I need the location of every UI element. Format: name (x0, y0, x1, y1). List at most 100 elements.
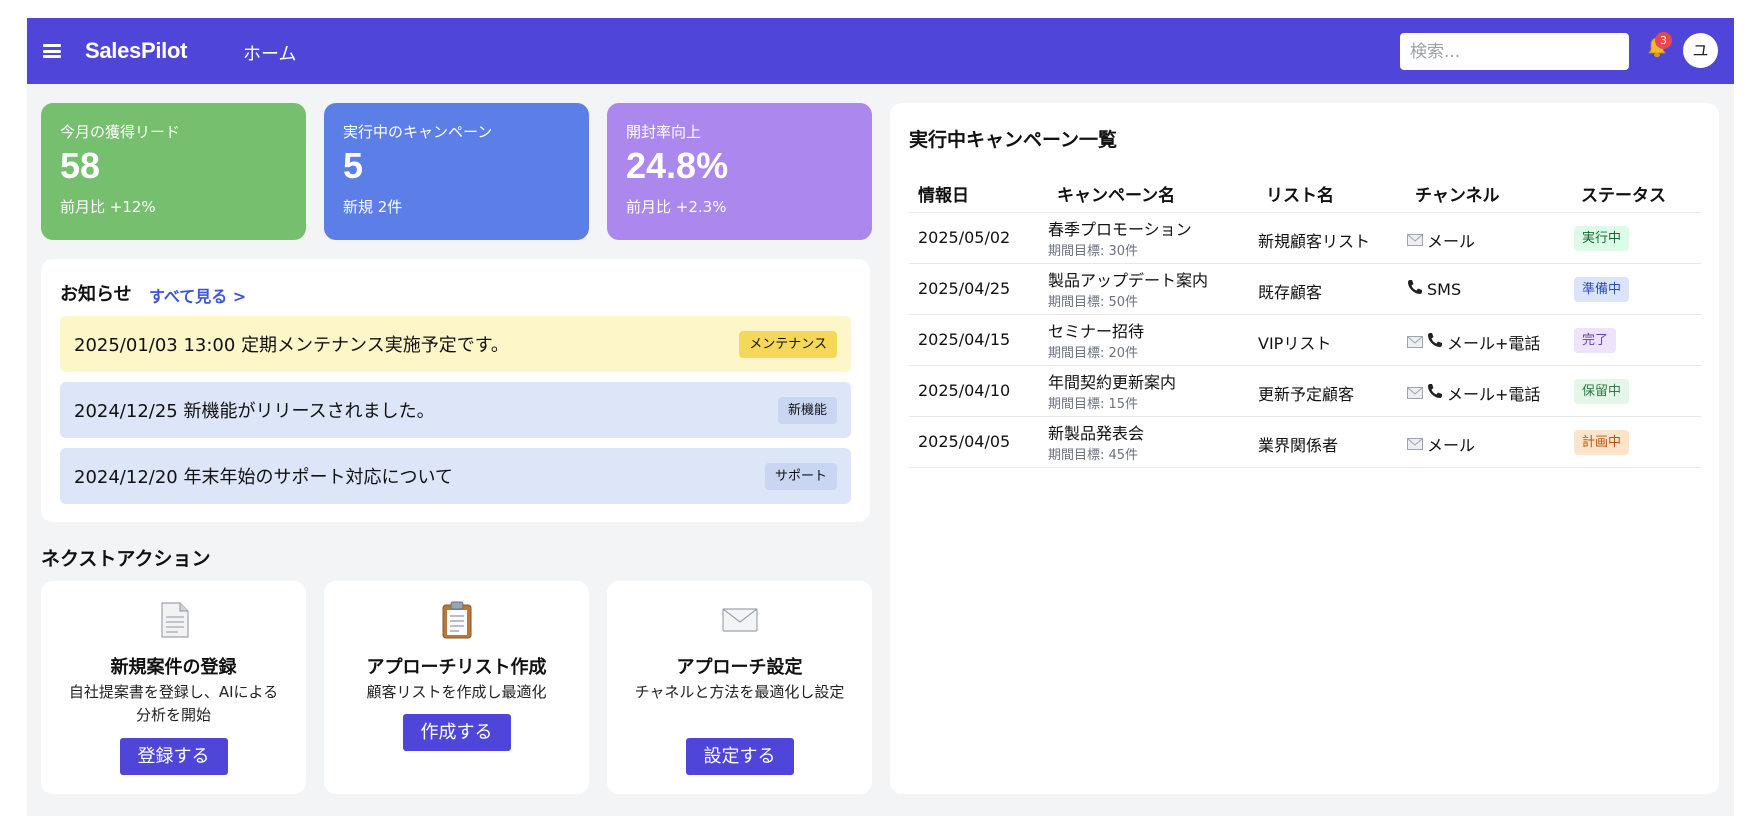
envelope-icon (1407, 384, 1423, 403)
action-title: アプローチ設定 (676, 657, 803, 678)
campaign-goal: 期間目標: 15件 (1048, 397, 1139, 412)
campaign-channel: メール (1407, 228, 1475, 252)
notification-bell-button[interactable]: 3 (1647, 32, 1672, 63)
column-header: キャンペーン名 (1057, 186, 1176, 206)
action-card: 新規案件の登録自社提案書を登録し、AIによる分析を開始登録する (41, 581, 306, 794)
action-description: チャネルと方法を最適化し設定 (634, 683, 845, 701)
envelope-icon (721, 608, 758, 632)
action-button[interactable]: 登録する (119, 738, 228, 775)
campaign-date: 2025/04/25 (918, 279, 1011, 298)
next-actions-title: ネクストアクション (41, 548, 211, 570)
hamburger-menu-icon[interactable] (43, 44, 61, 58)
channel-label: SMS (1427, 279, 1462, 299)
status-badge: 計画中 (1574, 430, 1630, 455)
news-tag-badge: メンテナンス (739, 331, 837, 358)
news-tag-badge: サポート (764, 463, 837, 490)
action-title: 新規案件の登録 (110, 657, 237, 678)
app-frame: SalesPilot ホーム 3 ユ 今月の獲得リード 58 前月比 +12% 実行中… (27, 18, 1734, 816)
channel-label: メール (1427, 232, 1476, 251)
campaign-list-title: 実行中キャンペーン一覧 (909, 129, 1118, 151)
status-badge: 実行中 (1574, 226, 1630, 251)
action-button[interactable]: 作成する (402, 714, 511, 751)
action-icon-wrap (156, 601, 192, 639)
action-card: アプローチ設定チャネルと方法を最適化し設定設定する (607, 581, 872, 794)
stat-label: 今月の獲得リード (60, 123, 181, 141)
campaign-name: 新製品発表会 (1048, 424, 1145, 443)
news-item[interactable]: 2025/01/03 13:00 定期メンテナンス実施予定です。 メンテナンス (60, 316, 851, 372)
campaign-channel: メール+電話 (1407, 330, 1540, 354)
clipboard-icon (442, 601, 471, 639)
action-title: アプローチリスト作成 (366, 657, 547, 678)
column-header: ステータス (1581, 186, 1666, 206)
nav-home-link[interactable]: ホーム (243, 40, 296, 66)
campaign-goal: 期間目標: 45件 (1048, 448, 1139, 463)
campaign-goal: 期間目標: 20件 (1048, 346, 1139, 361)
stat-card: 今月の獲得リード 58 前月比 +12% (41, 103, 306, 240)
campaign-row[interactable]: 2025/04/25 製品アップデート案内 期間目標: 50件 既存顧客 SMS 準備中 (909, 264, 1701, 315)
phone-icon (1427, 332, 1443, 352)
campaign-list-name: VIPリスト (1258, 334, 1332, 353)
stat-value: 58 (60, 145, 101, 186)
campaign-list-name: 更新予定顧客 (1258, 385, 1355, 404)
campaign-row[interactable]: 2025/04/05 新製品発表会期間目標: 45件 業界関係者 メール 計画中 (909, 417, 1701, 468)
stat-label: 実行中のキャンペーン (343, 123, 493, 141)
search-input[interactable] (1400, 33, 1629, 70)
envelope-icon (1407, 435, 1423, 454)
user-avatar[interactable]: ユ (1683, 33, 1718, 68)
status-badge: 完了 (1574, 328, 1617, 353)
stat-value: 24.8% (626, 145, 729, 186)
phone-icon (1407, 279, 1423, 299)
campaign-date: 2025/04/05 (918, 432, 1011, 451)
stat-comparison: 前月比 +12% (60, 198, 156, 216)
document-icon (160, 602, 189, 638)
news-text: 2024/12/25 新機能がリリースされました。 (74, 401, 435, 422)
column-header: リスト名 (1266, 186, 1334, 206)
campaign-panel: 実行中キャンペーン一覧 情報日 キャンペーン名 リスト名 チャンネル ステータス… (890, 103, 1719, 794)
action-icon-wrap (721, 601, 758, 639)
status-badge: 準備中 (1574, 277, 1630, 302)
stat-card: 実行中のキャンペーン 5 新規 2件 (324, 103, 589, 240)
status-badge: 保留中 (1574, 379, 1630, 404)
envelope-icon (1407, 231, 1423, 250)
action-card: アプローチリスト作成 顧客リストを作成し最適化作成する (324, 581, 589, 794)
campaign-goal: 期間目標: 50件 (1048, 295, 1139, 310)
news-tag-badge: 新機能 (777, 397, 837, 424)
campaign-row[interactable]: 2025/04/10 年間契約更新案内期間目標: 15件 更新予定顧客 メール+電話 保… (909, 366, 1701, 417)
top-header: SalesPilot ホーム 3 ユ (27, 18, 1734, 84)
notification-count-badge: 3 (1655, 32, 1672, 49)
news-text: 2025/01/03 13:00 定期メンテナンス実施予定です。 (74, 335, 509, 356)
campaign-channel: SMS (1407, 279, 1461, 299)
action-description: 顧客リストを作成し最適化 (366, 683, 547, 701)
campaign-list-name: 業界関係者 (1258, 436, 1339, 455)
campaign-name: 年間契約更新案内 (1048, 373, 1177, 392)
news-title: お知らせ (60, 284, 132, 305)
campaign-goal: 期間目標: 30件 (1048, 244, 1139, 259)
channel-label: メール+電話 (1447, 334, 1541, 353)
campaign-table-header: 情報日 キャンペーン名 リスト名 チャンネル ステータス (909, 177, 1701, 213)
campaign-channel: メール+電話 (1407, 381, 1540, 405)
stat-value: 5 (343, 145, 364, 186)
phone-icon (1427, 383, 1443, 403)
action-button[interactable]: 設定する (685, 738, 794, 775)
channel-label: メール (1427, 436, 1476, 455)
campaign-row[interactable]: 2025/05/02 春季プロモーション 期間目標: 30件 新規顧客リスト メール 実行… (909, 213, 1701, 264)
campaign-date: 2025/04/10 (918, 381, 1011, 400)
column-header: チャンネル (1415, 186, 1500, 206)
campaign-name: 製品アップデート案内 (1048, 271, 1209, 290)
stat-label: 開封率向上 (626, 123, 702, 141)
action-icon-wrap (439, 601, 475, 639)
channel-label: メール+電話 (1447, 385, 1541, 404)
action-description: 自社提案書を登録し、AIによる分析を開始 (68, 683, 279, 724)
stat-comparison: 新規 2件 (343, 198, 403, 216)
campaign-list-name: 新規顧客リスト (1258, 232, 1371, 251)
envelope-icon (1407, 333, 1423, 352)
campaign-row[interactable]: 2025/04/15 セミナー招待 期間目標: 20件 VIPリスト メール+電話 完了 (909, 315, 1701, 366)
news-item[interactable]: 2024/12/20 年末年始のサポート対応について サポート (60, 448, 851, 504)
news-item[interactable]: 2024/12/25 新機能がリリースされました。 新機能 (60, 382, 851, 438)
stat-card: 開封率向上 24.8% 前月比 +2.3% (607, 103, 872, 240)
news-view-all-link[interactable]: すべて見る > (149, 283, 246, 307)
app-logo[interactable]: SalesPilot (85, 38, 187, 64)
stat-comparison: 前月比 +2.3% (626, 198, 727, 216)
campaign-name: 春季プロモーション (1048, 220, 1192, 239)
campaign-name: セミナー招待 (1048, 322, 1145, 341)
